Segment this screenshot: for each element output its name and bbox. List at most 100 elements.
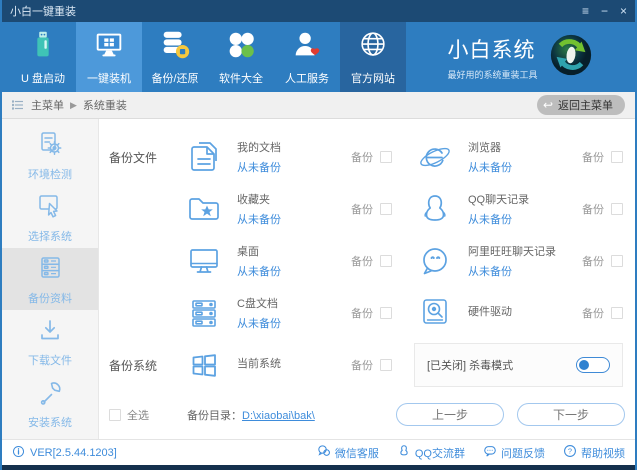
harddrive-scan-icon <box>414 293 456 333</box>
window-title: 小白一键重装 <box>10 3 76 19</box>
backup-label: 备份 <box>351 357 373 373</box>
backup-data-icon <box>35 253 65 286</box>
item-status-link[interactable]: 从未备份 <box>468 159 564 175</box>
backup-item-wangwang-chat: 阿里旺旺聊天记录 从未备份 备份 <box>414 241 625 281</box>
item-status-link[interactable]: 从未备份 <box>468 211 564 227</box>
backup-item-my-documents: 我的文档 从未备份 备份 <box>183 137 414 177</box>
sidebar: 环境检测 选择系统 备份资料 下载文件 <box>2 119 99 439</box>
nav-item-support[interactable]: 人工服务 <box>274 22 340 92</box>
brand-tagline: 最好用的系统重装工具 <box>447 68 537 81</box>
backup-item-browser: 浏览器 从未备份 备份 <box>414 137 625 177</box>
select-all-label: 全选 <box>127 407 149 423</box>
sidebar-item-label: 环境检测 <box>28 166 72 182</box>
backup-checkbox-desktop[interactable] <box>380 255 392 267</box>
nav-item-one-click-install[interactable]: 一键装机 <box>76 22 142 92</box>
backup-checkbox-c-drive[interactable] <box>380 307 392 319</box>
nav-item-label: 软件大全 <box>219 70 263 86</box>
backup-checkbox-current-system[interactable] <box>380 359 392 371</box>
nav-item-software[interactable]: 软件大全 <box>208 22 274 92</box>
bottom-controls: 全选 备份目录：D:\xiaobai\bak\ 上一步 下一步 <box>109 403 625 426</box>
status-bar: VER[2.5.44.1203] 微信客服 QQ交流群 问题反馈 ? 帮助视频 <box>2 439 635 465</box>
list-menu-icon <box>12 99 24 111</box>
item-status-link[interactable]: 从未备份 <box>468 263 564 279</box>
sidebar-item-install-system[interactable]: 安装系统 <box>2 372 98 434</box>
app-window: 小白一键重装 ≡ − × U 盘启动 一键装机 备份/还原 <box>0 0 637 470</box>
backup-item-desktop: 桌面 从未备份 备份 <box>183 241 414 281</box>
breadcrumb: 主菜单 ▶ 系统重装 ↩ 返回主菜单 <box>2 92 635 119</box>
sidebar-item-label: 下载文件 <box>28 352 72 368</box>
item-title: QQ聊天记录 <box>468 191 564 207</box>
top-nav: U 盘启动 一键装机 备份/还原 软件大全 人工服务 <box>2 22 635 92</box>
toggle-knob <box>579 360 589 370</box>
item-title: 浏览器 <box>468 139 564 155</box>
backup-checkbox-drivers[interactable] <box>611 307 623 319</box>
menu-icon[interactable]: ≡ <box>582 5 589 17</box>
back-button-label: 返回主菜单 <box>558 97 613 113</box>
person-heart-icon <box>290 28 324 65</box>
item-title: 当前系统 <box>237 355 333 371</box>
qq-penguin-icon <box>414 189 456 229</box>
backup-checkbox-my-documents[interactable] <box>380 151 392 163</box>
next-step-button[interactable]: 下一步 <box>517 403 625 426</box>
antivirus-toggle[interactable] <box>576 357 610 373</box>
back-to-main-menu-button[interactable]: ↩ 返回主菜单 <box>537 95 625 115</box>
nav-item-usb-boot[interactable]: U 盘启动 <box>10 22 76 92</box>
antivirus-mode-box: [已关闭] 杀毒模式 <box>414 343 623 387</box>
backup-item-favorites: 收藏夹 从未备份 备份 <box>183 189 414 229</box>
breadcrumb-current: 系统重装 <box>83 97 127 113</box>
antivirus-mode-label: [已关闭] 杀毒模式 <box>427 357 513 373</box>
backup-label: 备份 <box>351 201 373 217</box>
feedback-link[interactable]: 问题反馈 <box>483 444 545 461</box>
help-video-link[interactable]: ? 帮助视频 <box>563 444 625 461</box>
return-arrow-icon: ↩ <box>543 98 553 112</box>
close-icon[interactable]: × <box>620 5 627 17</box>
database-icon <box>158 28 192 65</box>
status-link-label: 微信客服 <box>335 445 379 461</box>
backup-checkbox-qq-chat[interactable] <box>611 203 623 215</box>
item-status-link[interactable]: 从未备份 <box>237 159 333 175</box>
breadcrumb-separator-icon: ▶ <box>70 100 77 111</box>
window-bottom-edge <box>2 465 635 470</box>
backup-label: 备份 <box>351 149 373 165</box>
env-check-icon <box>35 129 65 162</box>
nav-item-label: 人工服务 <box>285 70 329 86</box>
nav-item-official-site[interactable]: 官方网站 <box>340 22 406 92</box>
title-bar: 小白一键重装 ≡ − × <box>2 0 635 22</box>
previous-step-button[interactable]: 上一步 <box>396 403 504 426</box>
backup-label: 备份 <box>582 305 604 321</box>
breadcrumb-root[interactable]: 主菜单 <box>31 97 64 113</box>
sidebar-item-backup-data[interactable]: 备份资料 <box>2 248 98 310</box>
backup-checkbox-browser[interactable] <box>611 151 623 163</box>
item-status-link[interactable]: 从未备份 <box>237 211 333 227</box>
server-stack-icon <box>183 293 225 333</box>
backup-label: 备份 <box>351 253 373 269</box>
status-link-label: 问题反馈 <box>501 445 545 461</box>
item-title: 收藏夹 <box>237 191 333 207</box>
info-icon <box>12 445 25 461</box>
qq-group-link[interactable]: QQ交流群 <box>397 444 465 461</box>
cursor-select-icon <box>35 191 65 224</box>
sidebar-item-choose-system[interactable]: 选择系统 <box>2 186 98 248</box>
backup-checkbox-wangwang[interactable] <box>611 255 623 267</box>
backup-dir-link[interactable]: D:\xiaobai\bak\ <box>242 410 315 422</box>
backup-label: 备份 <box>351 305 373 321</box>
sidebar-item-env-check[interactable]: 环境检测 <box>2 124 98 186</box>
select-all-checkbox[interactable] <box>109 409 121 421</box>
backup-label: 备份 <box>582 253 604 269</box>
folder-star-icon <box>183 189 225 229</box>
four-apps-icon <box>224 28 258 65</box>
item-title: 我的文档 <box>237 139 333 155</box>
sidebar-item-download-files[interactable]: 下载文件 <box>2 310 98 372</box>
item-status-link[interactable]: 从未备份 <box>237 263 333 279</box>
wechat-support-link[interactable]: 微信客服 <box>317 444 379 461</box>
backup-label: 备份 <box>582 149 604 165</box>
minimize-icon[interactable]: − <box>601 5 608 17</box>
nav-item-backup-restore[interactable]: 备份/还原 <box>142 22 208 92</box>
backup-label: 备份 <box>582 201 604 217</box>
backup-checkbox-favorites[interactable] <box>380 203 392 215</box>
brand-logo-icon <box>548 32 594 83</box>
item-status-link[interactable]: 从未备份 <box>237 315 333 331</box>
item-title: C盘文档 <box>237 295 333 311</box>
sidebar-item-label: 备份资料 <box>28 290 72 306</box>
svg-text:?: ? <box>568 447 572 456</box>
